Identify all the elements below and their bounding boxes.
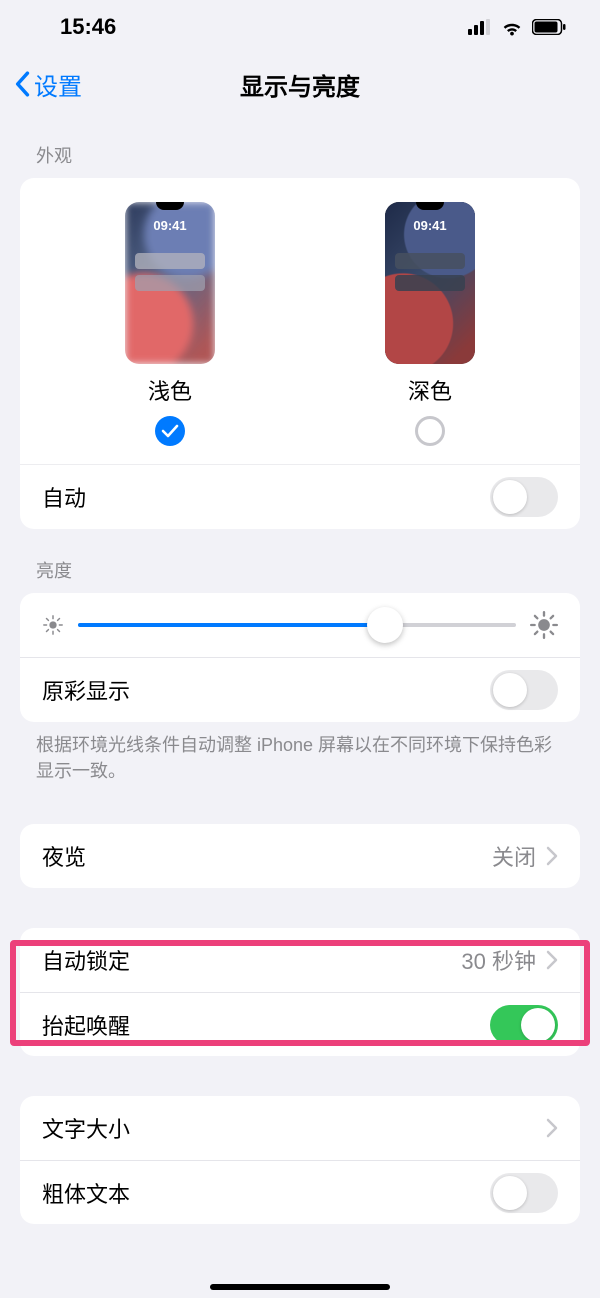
bold-switch[interactable] bbox=[490, 1173, 558, 1213]
section-header-appearance: 外观 bbox=[0, 114, 600, 178]
appearance-option-dark[interactable]: 09:41 深色 bbox=[385, 202, 475, 446]
bold-row[interactable]: 粗体文本 bbox=[20, 1160, 580, 1224]
status-indicators bbox=[468, 18, 566, 36]
nightshift-group: 夜览 关闭 bbox=[20, 824, 580, 888]
chevron-right-icon bbox=[546, 1118, 558, 1138]
nightshift-row[interactable]: 夜览 关闭 bbox=[20, 824, 580, 888]
wifi-icon bbox=[500, 18, 524, 36]
appearance-group: 09:41 浅色 09:41 深色 自动 bbox=[20, 178, 580, 529]
section-header-brightness: 亮度 bbox=[0, 529, 600, 593]
chevron-right-icon bbox=[546, 846, 558, 866]
nightshift-value: 关闭 bbox=[492, 840, 536, 872]
truetone-switch[interactable] bbox=[490, 670, 558, 710]
raise-switch[interactable] bbox=[490, 1005, 558, 1045]
dark-radio[interactable] bbox=[415, 416, 445, 446]
preview-time-light: 09:41 bbox=[153, 218, 186, 233]
back-label: 设置 bbox=[34, 67, 82, 102]
truetone-footer: 根据环境光线条件自动调整 iPhone 屏幕以在不同环境下保持色彩显示一致。 bbox=[0, 722, 600, 784]
raise-label: 抬起唤醒 bbox=[42, 1009, 130, 1041]
light-radio[interactable] bbox=[155, 416, 185, 446]
sun-min-icon bbox=[42, 614, 64, 636]
brightness-group: 原彩显示 bbox=[20, 593, 580, 722]
battery-icon bbox=[532, 19, 566, 35]
auto-appearance-row[interactable]: 自动 bbox=[20, 465, 580, 529]
brightness-slider[interactable] bbox=[78, 623, 516, 627]
text-group: 文字大小 粗体文本 bbox=[20, 1096, 580, 1224]
textsize-label: 文字大小 bbox=[42, 1112, 130, 1144]
textsize-row[interactable]: 文字大小 bbox=[20, 1096, 580, 1160]
page-title: 显示与亮度 bbox=[0, 67, 600, 102]
light-preview: 09:41 bbox=[125, 202, 215, 364]
nightshift-label: 夜览 bbox=[42, 840, 86, 872]
auto-appearance-switch[interactable] bbox=[490, 477, 558, 517]
cellular-icon bbox=[468, 19, 492, 35]
raise-row[interactable]: 抬起唤醒 bbox=[20, 992, 580, 1056]
status-bar: 15:46 bbox=[0, 0, 600, 54]
back-button[interactable]: 设置 bbox=[14, 67, 82, 102]
autolock-value: 30 秒钟 bbox=[461, 944, 536, 976]
lock-group: 自动锁定 30 秒钟 抬起唤醒 bbox=[20, 928, 580, 1056]
preview-time-dark: 09:41 bbox=[413, 218, 446, 233]
light-label: 浅色 bbox=[148, 374, 192, 406]
appearance-option-light[interactable]: 09:41 浅色 bbox=[125, 202, 215, 446]
autolock-row[interactable]: 自动锁定 30 秒钟 bbox=[20, 928, 580, 992]
status-time: 15:46 bbox=[60, 14, 116, 40]
home-indicator[interactable] bbox=[210, 1284, 390, 1290]
dark-preview: 09:41 bbox=[385, 202, 475, 364]
sun-max-icon bbox=[530, 611, 558, 639]
brightness-slider-row bbox=[20, 593, 580, 658]
appearance-picker: 09:41 浅色 09:41 深色 bbox=[20, 178, 580, 465]
truetone-label: 原彩显示 bbox=[42, 674, 130, 706]
auto-appearance-label: 自动 bbox=[42, 481, 86, 513]
chevron-left-icon bbox=[14, 71, 30, 97]
truetone-row[interactable]: 原彩显示 bbox=[20, 658, 580, 722]
checkmark-icon bbox=[161, 424, 179, 438]
chevron-right-icon bbox=[546, 950, 558, 970]
dark-label: 深色 bbox=[408, 374, 452, 406]
autolock-label: 自动锁定 bbox=[42, 944, 130, 976]
nav-bar: 设置 显示与亮度 bbox=[0, 54, 600, 114]
bold-label: 粗体文本 bbox=[42, 1177, 130, 1209]
